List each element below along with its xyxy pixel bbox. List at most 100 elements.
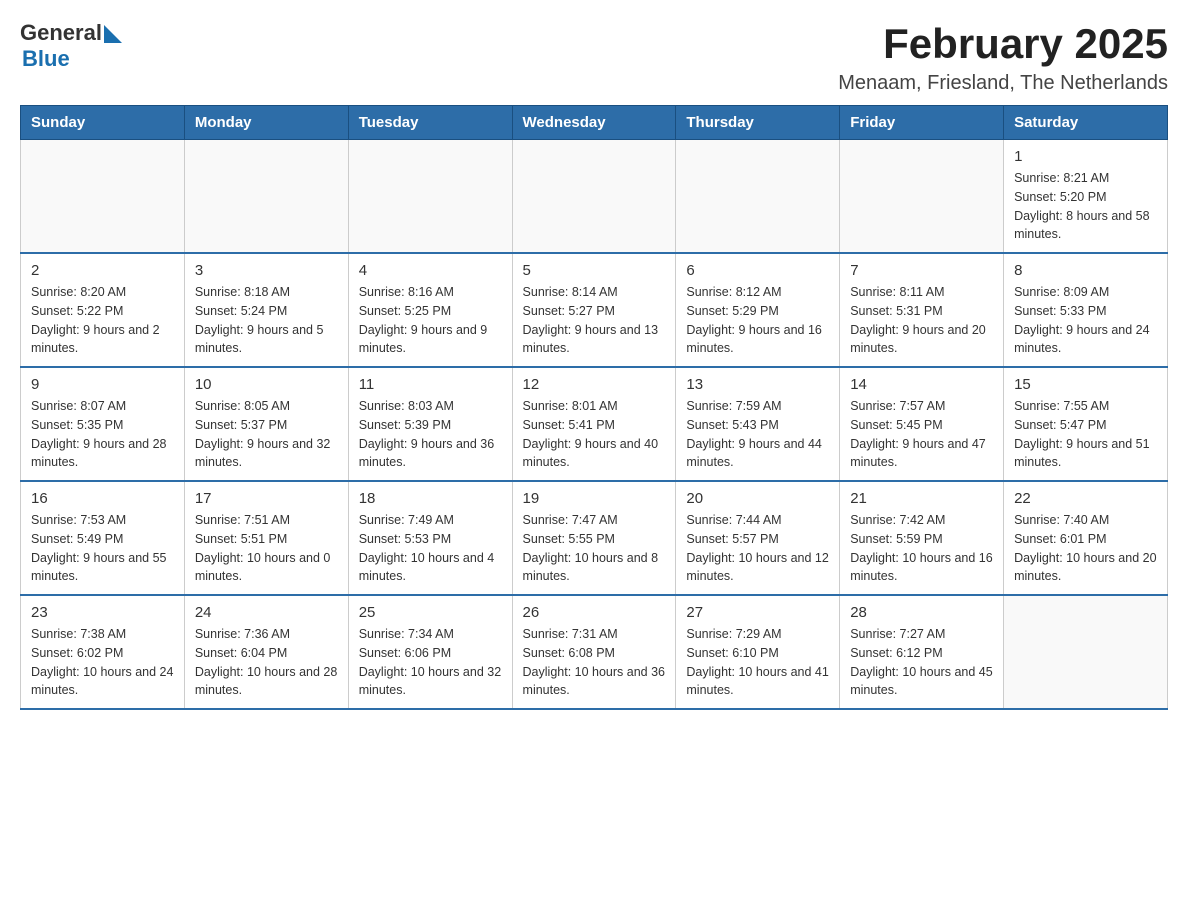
day-number: 10 (195, 376, 338, 393)
calendar-cell: 11 Sunrise: 8:03 AMSunset: 5:39 PMDaylig… (348, 367, 512, 481)
page-header: General Blue February 2025 Menaam, Fries… (20, 20, 1168, 95)
calendar-cell: 12 Sunrise: 8:01 AMSunset: 5:41 PMDaylig… (512, 367, 676, 481)
day-number: 9 (31, 376, 174, 393)
day-info: Sunrise: 7:59 AMSunset: 5:43 PMDaylight:… (686, 399, 822, 469)
day-number: 17 (195, 490, 338, 507)
logo-general: General (20, 20, 102, 46)
day-info: Sunrise: 7:29 AMSunset: 6:10 PMDaylight:… (686, 627, 828, 697)
calendar-cell: 15 Sunrise: 7:55 AMSunset: 5:47 PMDaylig… (1004, 367, 1168, 481)
calendar-cell: 16 Sunrise: 7:53 AMSunset: 5:49 PMDaylig… (21, 481, 185, 595)
day-info: Sunrise: 7:42 AMSunset: 5:59 PMDaylight:… (850, 513, 992, 583)
day-number: 14 (850, 376, 993, 393)
calendar-cell: 20 Sunrise: 7:44 AMSunset: 5:57 PMDaylig… (676, 481, 840, 595)
day-info: Sunrise: 7:57 AMSunset: 5:45 PMDaylight:… (850, 399, 986, 469)
day-number: 27 (686, 604, 829, 621)
calendar-cell: 7 Sunrise: 8:11 AMSunset: 5:31 PMDayligh… (840, 253, 1004, 367)
calendar-header-row: SundayMondayTuesdayWednesdayThursdayFrid… (21, 106, 1168, 140)
calendar-cell: 19 Sunrise: 7:47 AMSunset: 5:55 PMDaylig… (512, 481, 676, 595)
day-number: 1 (1014, 148, 1157, 165)
day-info: Sunrise: 7:53 AMSunset: 5:49 PMDaylight:… (31, 513, 167, 583)
day-info: Sunrise: 8:16 AMSunset: 5:25 PMDaylight:… (359, 285, 488, 355)
day-info: Sunrise: 7:40 AMSunset: 6:01 PMDaylight:… (1014, 513, 1156, 583)
calendar-cell: 22 Sunrise: 7:40 AMSunset: 6:01 PMDaylig… (1004, 481, 1168, 595)
calendar-cell (348, 140, 512, 254)
day-number: 4 (359, 262, 502, 279)
day-number: 5 (523, 262, 666, 279)
day-info: Sunrise: 8:01 AMSunset: 5:41 PMDaylight:… (523, 399, 659, 469)
day-number: 13 (686, 376, 829, 393)
day-info: Sunrise: 7:47 AMSunset: 5:55 PMDaylight:… (523, 513, 659, 583)
calendar-week-row: 23 Sunrise: 7:38 AMSunset: 6:02 PMDaylig… (21, 595, 1168, 709)
calendar-week-row: 1 Sunrise: 8:21 AMSunset: 5:20 PMDayligh… (21, 140, 1168, 254)
calendar-table: SundayMondayTuesdayWednesdayThursdayFrid… (20, 105, 1168, 710)
calendar-cell: 10 Sunrise: 8:05 AMSunset: 5:37 PMDaylig… (184, 367, 348, 481)
calendar-subtitle: Menaam, Friesland, The Netherlands (838, 72, 1168, 95)
calendar-cell: 6 Sunrise: 8:12 AMSunset: 5:29 PMDayligh… (676, 253, 840, 367)
day-info: Sunrise: 7:38 AMSunset: 6:02 PMDaylight:… (31, 627, 173, 697)
calendar-cell (184, 140, 348, 254)
day-number: 28 (850, 604, 993, 621)
day-number: 12 (523, 376, 666, 393)
logo-arrow-icon (104, 25, 122, 43)
calendar-cell (21, 140, 185, 254)
day-number: 3 (195, 262, 338, 279)
day-info: Sunrise: 8:11 AMSunset: 5:31 PMDaylight:… (850, 285, 986, 355)
calendar-cell: 5 Sunrise: 8:14 AMSunset: 5:27 PMDayligh… (512, 253, 676, 367)
calendar-week-row: 9 Sunrise: 8:07 AMSunset: 5:35 PMDayligh… (21, 367, 1168, 481)
title-section: February 2025 Menaam, Friesland, The Net… (838, 20, 1168, 95)
calendar-cell: 3 Sunrise: 8:18 AMSunset: 5:24 PMDayligh… (184, 253, 348, 367)
day-number: 24 (195, 604, 338, 621)
logo-blue: Blue (22, 46, 70, 72)
calendar-cell: 18 Sunrise: 7:49 AMSunset: 5:53 PMDaylig… (348, 481, 512, 595)
day-number: 21 (850, 490, 993, 507)
calendar-cell: 28 Sunrise: 7:27 AMSunset: 6:12 PMDaylig… (840, 595, 1004, 709)
calendar-cell: 2 Sunrise: 8:20 AMSunset: 5:22 PMDayligh… (21, 253, 185, 367)
calendar-cell: 14 Sunrise: 7:57 AMSunset: 5:45 PMDaylig… (840, 367, 1004, 481)
day-number: 25 (359, 604, 502, 621)
calendar-cell: 8 Sunrise: 8:09 AMSunset: 5:33 PMDayligh… (1004, 253, 1168, 367)
calendar-cell (1004, 595, 1168, 709)
day-number: 19 (523, 490, 666, 507)
day-number: 15 (1014, 376, 1157, 393)
calendar-cell: 24 Sunrise: 7:36 AMSunset: 6:04 PMDaylig… (184, 595, 348, 709)
day-number: 2 (31, 262, 174, 279)
day-info: Sunrise: 7:51 AMSunset: 5:51 PMDaylight:… (195, 513, 331, 583)
day-number: 6 (686, 262, 829, 279)
calendar-cell: 23 Sunrise: 7:38 AMSunset: 6:02 PMDaylig… (21, 595, 185, 709)
day-info: Sunrise: 7:55 AMSunset: 5:47 PMDaylight:… (1014, 399, 1150, 469)
day-number: 7 (850, 262, 993, 279)
day-info: Sunrise: 8:12 AMSunset: 5:29 PMDaylight:… (686, 285, 822, 355)
calendar-cell: 1 Sunrise: 8:21 AMSunset: 5:20 PMDayligh… (1004, 140, 1168, 254)
calendar-week-row: 16 Sunrise: 7:53 AMSunset: 5:49 PMDaylig… (21, 481, 1168, 595)
day-info: Sunrise: 7:36 AMSunset: 6:04 PMDaylight:… (195, 627, 337, 697)
calendar-cell (840, 140, 1004, 254)
weekday-header-wednesday: Wednesday (512, 106, 676, 140)
day-info: Sunrise: 8:07 AMSunset: 5:35 PMDaylight:… (31, 399, 167, 469)
day-info: Sunrise: 8:03 AMSunset: 5:39 PMDaylight:… (359, 399, 495, 469)
day-number: 22 (1014, 490, 1157, 507)
calendar-week-row: 2 Sunrise: 8:20 AMSunset: 5:22 PMDayligh… (21, 253, 1168, 367)
calendar-cell: 9 Sunrise: 8:07 AMSunset: 5:35 PMDayligh… (21, 367, 185, 481)
day-info: Sunrise: 8:14 AMSunset: 5:27 PMDaylight:… (523, 285, 659, 355)
day-info: Sunrise: 7:27 AMSunset: 6:12 PMDaylight:… (850, 627, 992, 697)
calendar-cell: 13 Sunrise: 7:59 AMSunset: 5:43 PMDaylig… (676, 367, 840, 481)
day-info: Sunrise: 8:21 AMSunset: 5:20 PMDaylight:… (1014, 171, 1150, 241)
calendar-cell: 25 Sunrise: 7:34 AMSunset: 6:06 PMDaylig… (348, 595, 512, 709)
weekday-header-monday: Monday (184, 106, 348, 140)
day-info: Sunrise: 8:05 AMSunset: 5:37 PMDaylight:… (195, 399, 331, 469)
day-number: 20 (686, 490, 829, 507)
calendar-cell (512, 140, 676, 254)
calendar-cell: 27 Sunrise: 7:29 AMSunset: 6:10 PMDaylig… (676, 595, 840, 709)
calendar-title: February 2025 (838, 20, 1168, 68)
day-info: Sunrise: 8:09 AMSunset: 5:33 PMDaylight:… (1014, 285, 1150, 355)
weekday-header-sunday: Sunday (21, 106, 185, 140)
day-info: Sunrise: 7:44 AMSunset: 5:57 PMDaylight:… (686, 513, 828, 583)
day-number: 18 (359, 490, 502, 507)
day-number: 23 (31, 604, 174, 621)
day-number: 26 (523, 604, 666, 621)
weekday-header-saturday: Saturday (1004, 106, 1168, 140)
weekday-header-thursday: Thursday (676, 106, 840, 140)
weekday-header-tuesday: Tuesday (348, 106, 512, 140)
calendar-cell: 21 Sunrise: 7:42 AMSunset: 5:59 PMDaylig… (840, 481, 1004, 595)
day-number: 16 (31, 490, 174, 507)
